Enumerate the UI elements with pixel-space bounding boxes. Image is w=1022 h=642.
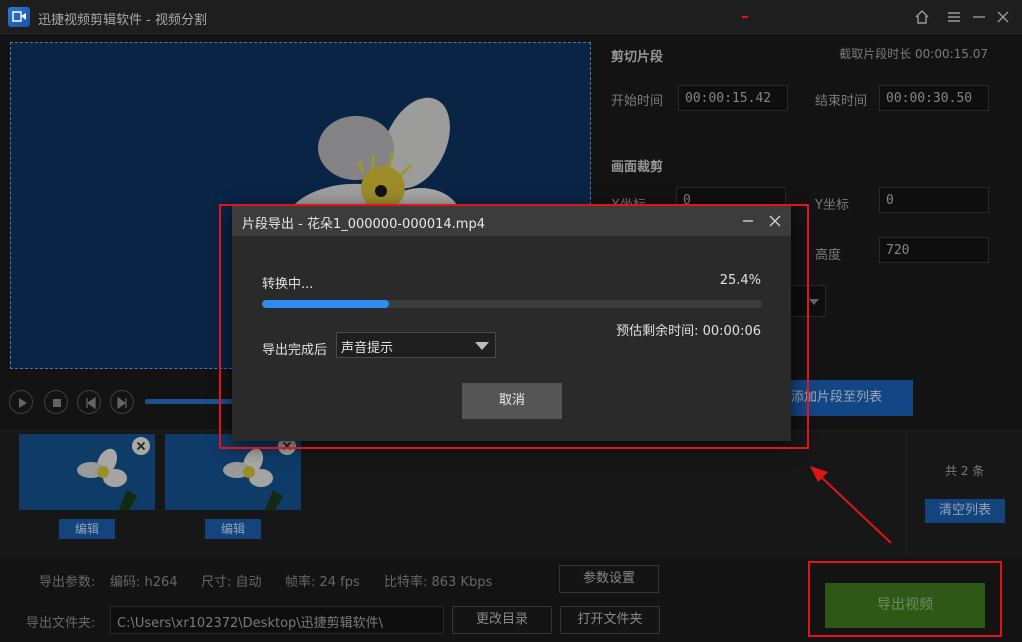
title-bar: 迅捷视频剪辑软件 - 视频分割 (0, 0, 1022, 34)
annotation-box-export (808, 561, 1002, 637)
window-title: 迅捷视频剪辑软件 - 视频分割 (38, 13, 207, 28)
close-icon[interactable] (994, 8, 1012, 26)
annotation-mark (742, 16, 748, 18)
annotation-box-dialog (219, 204, 809, 449)
home-icon[interactable] (913, 8, 931, 26)
menu-icon[interactable] (945, 8, 963, 26)
app-logo-icon (8, 7, 30, 27)
minimize-icon[interactable] (970, 8, 988, 26)
